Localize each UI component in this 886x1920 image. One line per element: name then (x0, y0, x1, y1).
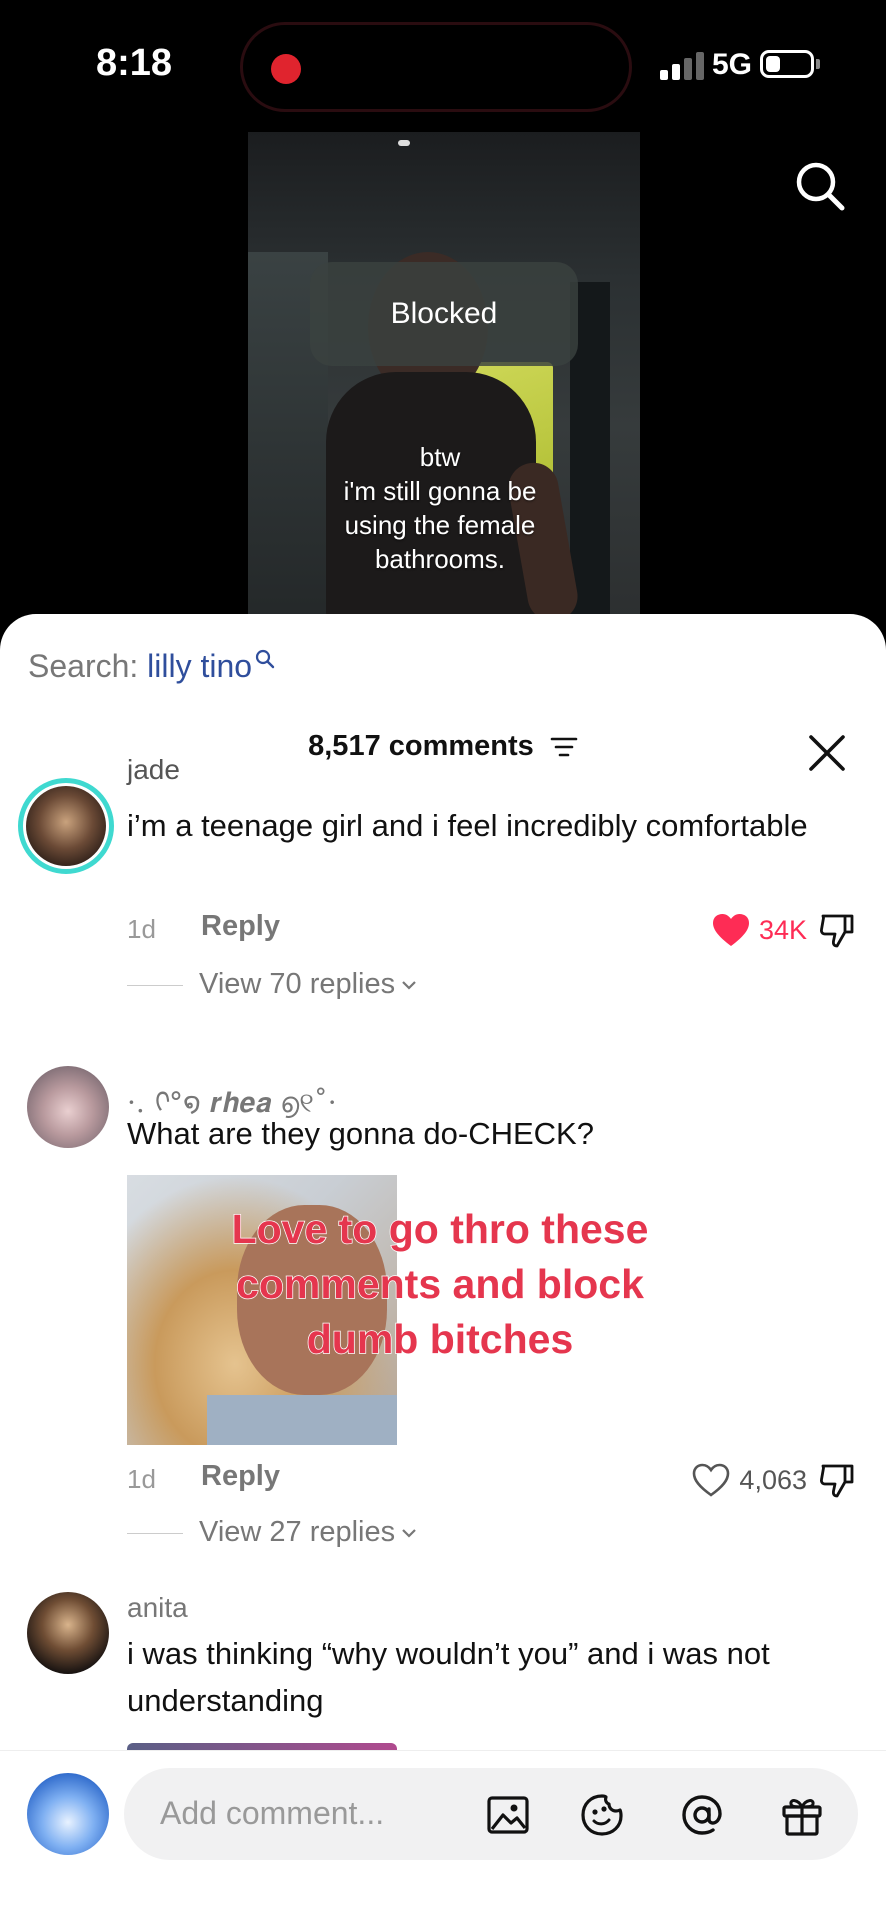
heart-filled-icon (712, 914, 749, 946)
comment-text: What are they gonna do-CHECK? (127, 1116, 594, 1151)
like-button[interactable]: 4,063 (691, 1458, 807, 1502)
close-icon[interactable] (806, 732, 848, 774)
recording-indicator-icon (271, 54, 301, 84)
comment-text: i was thinking “why wouldn’t you” and i … (127, 1636, 770, 1718)
add-comment-field[interactable]: Add comment... (124, 1768, 858, 1860)
replies-divider (127, 1532, 183, 1534)
caption-line: using the female (344, 510, 536, 540)
search-query[interactable]: lilly tino (147, 648, 252, 684)
reply-button[interactable]: Reply (201, 910, 280, 943)
battery-icon (760, 50, 814, 78)
video-caption: btw i'm still gonna be using the female … (300, 440, 580, 576)
comment-actions: 1d Reply 34K (127, 908, 857, 952)
dislike-icon[interactable] (817, 1460, 857, 1500)
comment-input-bar: Add comment... (0, 1750, 886, 1920)
view-replies-button[interactable]: View 70 replies (127, 968, 527, 1008)
comments-count: 8,517 comments (308, 730, 534, 762)
reply-button[interactable]: Reply (201, 1460, 280, 1493)
avatar[interactable] (18, 778, 114, 874)
sticker-caption-line: Love to go thro these (231, 1205, 649, 1253)
small-search-icon (255, 649, 275, 669)
replies-divider (127, 984, 183, 986)
heart-outline-icon (693, 1463, 730, 1497)
caption-line: i'm still gonna be (343, 476, 537, 506)
comment-text: i’m a teenage girl and i feel incredibly… (127, 808, 808, 843)
comment-date: 1d (127, 1464, 156, 1494)
caption-line: bathrooms. (374, 544, 506, 574)
search-icon[interactable] (792, 158, 848, 214)
comment-username[interactable]: jade (127, 754, 180, 786)
avatar[interactable] (27, 1592, 109, 1674)
search-prefix: Search: (28, 648, 148, 684)
like-count: 4,063 (739, 1464, 807, 1495)
sort-filter-icon[interactable] (550, 736, 578, 758)
comments-sheet: Search: lilly tino 8,517 comments jade i… (0, 614, 886, 1920)
network-type: 5G (712, 48, 753, 81)
chevron-down-icon (402, 981, 416, 990)
status-bar: 8:18 5G (0, 0, 886, 130)
view-replies-label: View 70 replies (199, 968, 396, 1000)
ceiling-lamp (398, 140, 410, 146)
sticker-caption-line: comments and block (235, 1260, 644, 1308)
signal-strength-icon (660, 50, 706, 80)
dislike-icon[interactable] (817, 910, 857, 950)
comment-actions: 1d Reply 4,063 (127, 1458, 857, 1502)
caption-line: btw (419, 442, 461, 472)
view-replies-button[interactable]: View 27 replies (127, 1516, 527, 1556)
comment-username[interactable]: anita (127, 1592, 188, 1624)
comment-placeholder: Add comment... (160, 1795, 385, 1831)
status-time: 8:18 (96, 42, 173, 84)
comment-date: 1d (127, 914, 156, 944)
sticker-caption-line: dumb bitches (306, 1315, 574, 1363)
my-avatar[interactable] (27, 1773, 109, 1855)
chevron-down-icon (402, 1529, 416, 1538)
comment-item: jade i’m a teenage girl and i feel incre… (0, 754, 886, 1023)
mention-icon[interactable] (678, 1791, 726, 1839)
like-button[interactable]: 34K (711, 908, 807, 952)
emoji-sticker-icon[interactable] (578, 1791, 626, 1839)
sticker-caption: Love to go thro these comments and block… (190, 1202, 690, 1367)
like-count: 34K (758, 914, 807, 945)
avatar[interactable] (27, 1066, 109, 1148)
related-search-link[interactable]: Search: lilly tino (28, 648, 276, 685)
battery-tip (816, 59, 820, 69)
view-replies-label: View 27 replies (199, 1516, 396, 1548)
blocked-toast: Blocked (310, 262, 578, 366)
comment-item: ·. ᢉ°໑ 𝒓𝒉𝒆𝒂 ൭୧˚· What are they gonna do-… (0, 1066, 886, 1548)
dynamic-island (240, 22, 632, 112)
gift-icon[interactable] (778, 1791, 826, 1839)
comment-item: anita i was thinking “why wouldn’t you” … (0, 1592, 886, 1762)
image-icon[interactable] (484, 1791, 532, 1839)
